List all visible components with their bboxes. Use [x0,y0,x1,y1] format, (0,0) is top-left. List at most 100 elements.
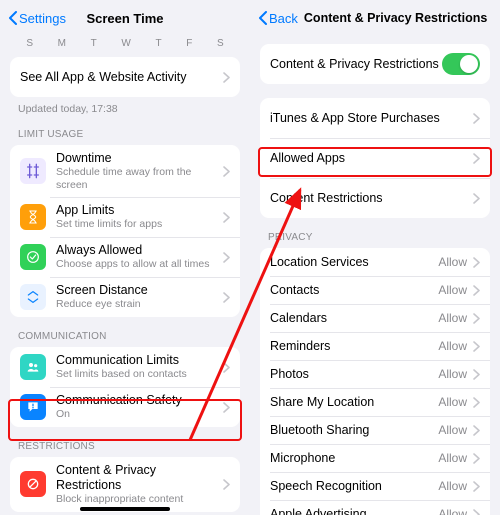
row-label: Communication Safety [56,393,217,408]
row-label: Apple Advertising [270,507,432,515]
row-sub: On [56,408,217,421]
see-all-activity[interactable]: See All App & Website Activity [10,57,240,97]
chevron-right-icon [473,257,480,268]
chevron-right-icon [223,292,230,303]
day: F [186,38,192,49]
row-label: Photos [270,367,432,382]
back-button[interactable]: Back [258,11,298,26]
row-label: Contacts [270,283,432,298]
chevron-right-icon [223,252,230,263]
row-value: Allow [438,423,467,437]
row-label: Communication Limits [56,353,217,368]
day: M [58,38,66,49]
back-button[interactable]: Settings [8,11,66,26]
chevron-right-icon [473,341,480,352]
back-label: Back [269,11,298,26]
row-label: Downtime [56,151,217,166]
restrictions-toggle-row[interactable]: Content & Privacy Restrictions [260,44,490,84]
toggle-label: Content & Privacy Restrictions [270,57,442,72]
content-restrictions-row[interactable]: Content Restrictions [260,178,490,218]
day: S [26,38,33,49]
row-label: Calendars [270,311,432,326]
day: S [217,38,224,49]
privacy-row[interactable]: Share My LocationAllow [260,388,490,416]
home-indicator [80,507,170,511]
row-label: Screen Distance [56,283,217,298]
restrictions-header: RESTRICTIONS [0,427,250,457]
no-symbol-icon [20,471,46,497]
downtime-row[interactable]: DowntimeSchedule time away from the scre… [10,145,240,197]
back-label: Settings [19,11,66,26]
row-label: Content & Privacy Restrictions [56,463,217,493]
row-value: Allow [438,451,467,465]
restrictions-card: Content & Privacy RestrictionsBlock inap… [10,457,240,512]
communication-limits-row[interactable]: Communication LimitsSet limits based on … [10,347,240,387]
communication-safety-row[interactable]: Communication SafetyOn [10,387,240,427]
row-value: Allow [438,367,467,381]
updated-footer: Updated today, 17:38 [0,97,250,115]
chevron-right-icon [473,369,480,380]
row-value: Allow [438,395,467,409]
chevron-right-icon [223,72,230,83]
restrictions-switch[interactable] [442,53,480,75]
screen-distance-row[interactable]: Screen DistanceReduce eye strain [10,277,240,317]
communication-card: Communication LimitsSet limits based on … [10,347,240,427]
chevron-right-icon [473,113,480,124]
content-privacy-row[interactable]: Content & Privacy RestrictionsBlock inap… [10,457,240,512]
row-label: Always Allowed [56,243,217,258]
distance-icon [20,284,46,310]
privacy-row[interactable]: MicrophoneAllow [260,444,490,472]
row-label: Content Restrictions [270,191,467,206]
navbar: Back Content & Privacy Restrictions [250,0,500,36]
row-sub: Choose apps to allow at all times [56,258,217,271]
day: T [91,38,97,49]
row-label: Reminders [270,339,432,354]
row-sub: Schedule time away from the screen [56,166,217,191]
privacy-row[interactable]: Bluetooth Sharing Allow [260,416,490,444]
page-title: Content & Privacy Restrictions [304,11,487,25]
privacy-row[interactable]: Speech Recognition Allow [260,472,490,500]
privacy-row[interactable]: Photos Allow [260,360,490,388]
row-label: Bluetooth Sharing [270,423,432,438]
chevron-right-icon [473,481,480,492]
weekday-row: S M T W T F S [0,36,250,57]
app-limits-row[interactable]: App LimitsSet time limits for apps [10,197,240,237]
row-label: App Limits [56,203,217,218]
privacy-row[interactable]: Apple Advertising Allow [260,500,490,515]
itunes-purchases-row[interactable]: iTunes & App Store Purchases [260,98,490,138]
allowed-apps-row[interactable]: Allowed Apps [260,138,490,178]
chevron-right-icon [473,153,480,164]
navbar: Settings Screen Time [0,0,250,36]
hourglass-icon [20,204,46,230]
privacy-header: PRIVACY [250,218,500,248]
day: W [121,38,130,49]
privacy-row[interactable]: Contacts Allow [260,276,490,304]
row-sub: Reduce eye strain [56,298,217,311]
communication-header: COMMUNICATION [0,317,250,347]
chevron-right-icon [223,362,230,373]
day: T [155,38,161,49]
chevron-right-icon [473,425,480,436]
always-allowed-row[interactable]: Always AllowedChoose apps to allow at al… [10,237,240,277]
privacy-row[interactable]: CalendarsAllow [260,304,490,332]
bubble-alert-icon [20,394,46,420]
row-label: Speech Recognition [270,479,432,494]
row-value: Allow [438,507,467,515]
row-sub: Block inappropriate content [56,493,217,506]
privacy-row[interactable]: Location ServicesAllow [260,248,490,276]
row-label: iTunes & App Store Purchases [270,111,467,126]
privacy-row[interactable]: RemindersAllow [260,332,490,360]
chevron-right-icon [223,166,230,177]
row-sub: Set time limits for apps [56,218,217,231]
row-label: Allowed Apps [270,151,467,166]
limit-usage-card: DowntimeSchedule time away from the scre… [10,145,240,317]
checkmark-icon [20,244,46,270]
chevron-right-icon [473,453,480,464]
row-value: Allow [438,479,467,493]
chevron-right-icon [473,285,480,296]
chevron-right-icon [223,402,230,413]
group1-card: iTunes & App Store Purchases Allowed App… [260,98,490,218]
row-value: Allow [438,283,467,297]
privacy-card: Location ServicesAllow Contacts Allow Calen… [260,248,490,515]
chevron-right-icon [473,193,480,204]
